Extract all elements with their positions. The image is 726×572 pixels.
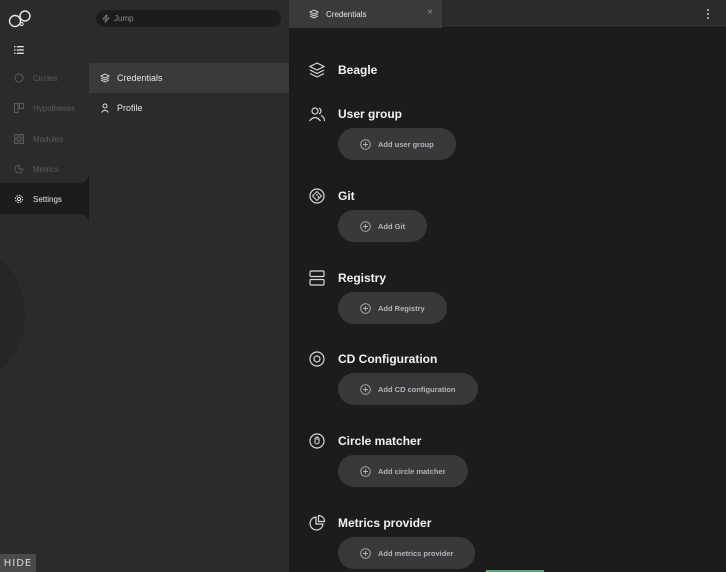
metrics-provider-icon	[309, 514, 326, 531]
button-label: Add circle matcher	[378, 466, 446, 476]
circle-icon	[14, 73, 24, 83]
cd-config-icon	[309, 351, 325, 367]
menu-list-icon[interactable]	[14, 42, 24, 60]
nav-item-label: Modules	[33, 134, 64, 144]
registry-icon	[309, 270, 325, 286]
gear-icon	[14, 194, 24, 204]
plus-circle-icon	[360, 547, 371, 559]
plus-circle-icon	[360, 465, 371, 477]
settings-panel: Jump Credentials Profile	[89, 0, 289, 572]
section-title: Git	[338, 189, 355, 203]
user-icon	[101, 103, 109, 113]
section-title: Registry	[338, 271, 387, 285]
nav-item-modules[interactable]: Modules	[0, 124, 89, 154]
nav-item-label: Settings	[33, 194, 62, 204]
button-label: Add Registry	[378, 303, 425, 313]
add-user-group-button[interactable]: Add user group	[338, 128, 456, 160]
plus-circle-icon	[360, 302, 371, 314]
main-content: Credentials × Beagle User group Add user…	[289, 0, 726, 572]
section-title: Metrics provider	[338, 516, 432, 530]
app-logo[interactable]	[8, 9, 32, 34]
left-rail: Circles Hypotheses Modules Metrics Setti…	[0, 0, 89, 572]
add-circle-matcher-button[interactable]: Add circle matcher	[338, 455, 468, 487]
nav-item-label: Hypotheses	[33, 103, 76, 113]
section-title: User group	[338, 107, 403, 121]
menu-item-credentials[interactable]: Credentials	[89, 63, 289, 93]
section-title: Beagle	[338, 63, 378, 77]
plus-circle-icon	[360, 383, 371, 395]
add-registry-button[interactable]: Add Registry	[338, 292, 447, 324]
users-icon	[309, 107, 326, 122]
jump-search[interactable]: Jump	[96, 10, 281, 27]
git-icon	[309, 188, 325, 204]
section-title: Circle matcher	[338, 434, 422, 448]
tab-credentials[interactable]: Credentials ×	[289, 0, 442, 28]
metrics-icon	[14, 164, 24, 174]
rail-bottom-panel	[0, 214, 89, 572]
layers-icon	[308, 62, 326, 78]
lightning-icon	[102, 14, 110, 23]
add-git-button[interactable]: Add Git	[338, 210, 428, 242]
layers-icon	[100, 73, 110, 83]
tab-bar: Credentials ×	[289, 0, 726, 28]
button-label: Add CD configuration	[378, 384, 456, 394]
circle-matcher-icon	[309, 433, 325, 449]
button-label: Add user group	[378, 139, 434, 149]
nav-item-label: Circles	[33, 73, 58, 83]
tab-label: Credentials	[326, 9, 367, 19]
nav-item-settings[interactable]: Settings	[0, 184, 89, 214]
button-label: Add metrics provider	[378, 548, 454, 558]
nav-item-metrics[interactable]: Metrics	[0, 154, 89, 184]
menu-item-profile[interactable]: Profile	[89, 93, 289, 123]
modules-icon	[14, 134, 24, 144]
button-label: Add Git	[378, 221, 406, 231]
hypotheses-icon	[14, 103, 24, 113]
jump-placeholder: Jump	[114, 14, 134, 23]
close-icon[interactable]: ×	[427, 8, 433, 18]
nav-item-circles[interactable]: Circles	[0, 63, 89, 93]
section-title: CD Configuration	[338, 352, 438, 366]
layers-icon	[309, 9, 319, 19]
nav-item-hypotheses[interactable]: Hypotheses	[0, 93, 89, 123]
add-metrics-provider-button[interactable]: Add metrics provider	[338, 537, 476, 569]
more-options-icon[interactable]	[707, 9, 710, 21]
menu-item-label: Credentials	[117, 73, 163, 83]
hide-button[interactable]: HIDE	[0, 554, 36, 572]
menu-item-label: Profile	[117, 103, 143, 113]
add-cd-configuration-button[interactable]: Add CD configuration	[338, 373, 478, 405]
nav-item-label: Metrics	[33, 164, 59, 174]
plus-circle-icon	[360, 220, 371, 232]
plus-circle-icon	[360, 138, 371, 150]
